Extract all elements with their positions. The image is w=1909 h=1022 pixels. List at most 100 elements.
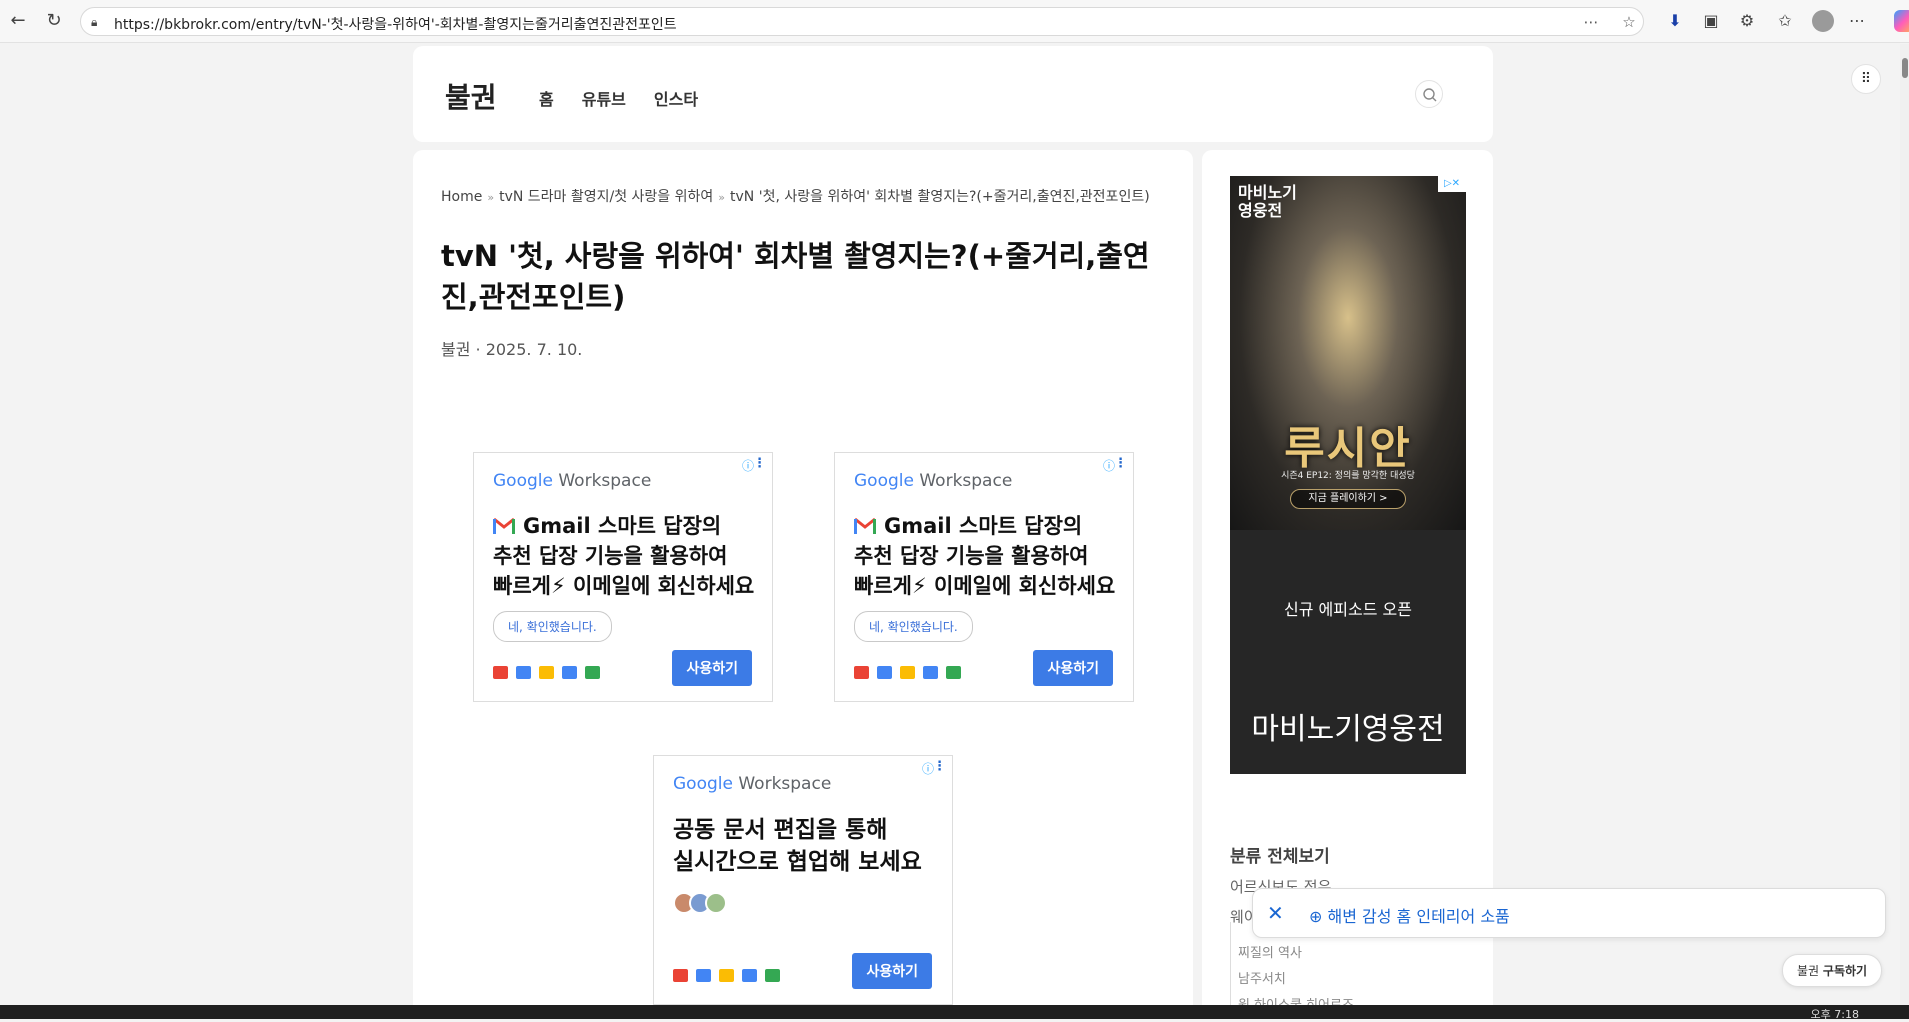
ad-headline: 루시안 xyxy=(1284,423,1412,474)
subscribe-label: 구독하기 xyxy=(1822,964,1868,978)
subscribe-button[interactable]: 불권 구독하기 xyxy=(1782,954,1883,987)
scrollbar-thumb[interactable] xyxy=(1902,58,1908,78)
menu-item-youtube[interactable]: 유튜브 xyxy=(582,86,626,110)
ad-headline: 공동 문서 편집을 통해 실시간으로 협업해 보세요 xyxy=(673,814,943,878)
ad-brand: Google Workspace xyxy=(673,774,831,794)
mabinogi-heroes-ad[interactable]: 마비노기 영웅전 ▷✕ 루시안 시즌4 EP12: 정의를 망각한 대성당 지금… xyxy=(1230,176,1466,774)
collaborator-avatars xyxy=(673,892,727,914)
article-meta: 불권 · 2025. 7. 10. xyxy=(441,340,583,359)
meet-icon xyxy=(765,969,780,982)
more-menu-icon[interactable]: ⋯ xyxy=(1846,10,1868,32)
favorites-icon[interactable]: ✩ xyxy=(1774,10,1796,32)
menu-item-instagram[interactable]: 인스타 xyxy=(654,86,698,110)
profile-avatar[interactable] xyxy=(1812,10,1834,32)
ad-headline: Gmail 스마트 답장의 추천 답장 기능을 활용하여 빠르게⚡ 이메일에 회… xyxy=(854,511,1124,601)
ad-menu-icon[interactable]: ⋮ xyxy=(753,456,766,471)
workspace-label: Workspace xyxy=(919,471,1013,491)
calendar-icon xyxy=(877,666,892,679)
drive-icon xyxy=(900,666,915,679)
search-button[interactable] xyxy=(1415,80,1443,108)
subcategory-item[interactable]: 찌질의 역사 xyxy=(1238,942,1302,961)
refresh-icon[interactable]: ↻ xyxy=(42,9,66,33)
drive-icon xyxy=(719,969,734,982)
ad-headline-line: Gmail 스마트 답장의 xyxy=(523,514,722,538)
smart-reply-chip[interactable]: 네, 확인했습니다. xyxy=(493,611,612,642)
breadcrumb-separator: » xyxy=(718,191,726,204)
ad-headline-line: 실시간으로 협업해 보세요 xyxy=(673,849,922,875)
close-icon[interactable]: ✕ xyxy=(1267,901,1284,925)
copilot-icon[interactable] xyxy=(1894,10,1909,32)
ad-headline-line: 빠르게⚡ 이메일에 회신하세요 xyxy=(854,574,1116,598)
extensions-icon[interactable]: ⚙ xyxy=(1736,10,1758,32)
gmail-icon xyxy=(493,512,519,534)
article-card: Home » tvN 드라마 촬영지/첫 사랑을 위하여 » tvN '첫, 사랑을 위… xyxy=(413,150,1193,1005)
ad-play-button[interactable]: 지금 플레이하기 > xyxy=(1290,489,1406,509)
google-logo: Google xyxy=(673,774,733,794)
ad-cta-button[interactable]: 사용하기 xyxy=(1033,650,1113,686)
ad-subtitle: 시즌4 EP12: 정의를 망각한 대성당 xyxy=(1281,471,1415,481)
favorite-star-icon[interactable]: ☆ xyxy=(1619,12,1639,32)
blog-logo[interactable]: 불권 xyxy=(445,76,497,116)
category-divider xyxy=(1230,922,1231,1005)
categories-title[interactable]: 분류 전체보기 xyxy=(1230,842,1330,867)
smart-reply-chip[interactable]: 네, 확인했습니다. xyxy=(854,611,973,642)
breadcrumb-current[interactable]: tvN '첫, 사랑을 위하여' 회차별 촬영지는?(+줄거리,출연진,관전포인… xyxy=(730,189,1150,205)
page-viewport: 불권 홈 유튜브 인스타 Home » tvN 드라마 촬영지/첫 사랑을 위하여 »… xyxy=(0,44,1909,1005)
taskbar-clock: 오후 7:18 xyxy=(1810,1008,1859,1021)
ad-menu-icon[interactable]: ⋮ xyxy=(933,759,946,774)
workspace-label: Workspace xyxy=(558,471,652,491)
download-icon[interactable]: ⬇ xyxy=(1664,10,1686,32)
ad-headline-line: Gmail 스마트 답장의 xyxy=(884,514,1083,538)
calendar-icon xyxy=(696,969,711,982)
ad-menu-icon[interactable]: ⋮ xyxy=(1114,456,1127,471)
ad-episode-text: 신규 에피소드 오픈 xyxy=(1284,600,1412,619)
back-icon[interactable]: ← xyxy=(6,9,30,33)
gmail-icon xyxy=(854,666,869,679)
gmail-icon xyxy=(673,969,688,982)
toast-link[interactable]: ⊕ 해변 감성 홈 인테리어 소품 xyxy=(1309,903,1510,927)
gmail-icon xyxy=(854,512,880,534)
recommendation-toast: ✕ ⊕ 해변 감성 홈 인테리어 소품 xyxy=(1252,888,1886,938)
sidebar: 마비노기 영웅전 ▷✕ 루시안 시즌4 EP12: 정의를 망각한 대성당 지금… xyxy=(1202,150,1493,1005)
page-actions-icon[interactable]: ⋯ xyxy=(1581,12,1601,32)
blog-header: 불권 홈 유튜브 인스타 xyxy=(413,46,1493,142)
drive-icon xyxy=(539,666,554,679)
meet-icon xyxy=(585,666,600,679)
main-menu: 홈 유튜브 인스타 xyxy=(539,86,698,110)
adchoices-icon[interactable]: ▷✕ xyxy=(1438,176,1466,192)
docs-icon xyxy=(742,969,757,982)
workspace-product-icons xyxy=(673,969,780,982)
address-bar[interactable]: 🔒︎ https://bkbrokr.com/entry/tvN-'첫-사랑을-… xyxy=(80,7,1644,36)
breadcrumb-category[interactable]: tvN 드라마 촬영지/첫 사랑을 위하여 xyxy=(499,189,713,205)
subcategory-item[interactable]: 원 하이스쿨 히어로즈 xyxy=(1238,994,1354,1005)
search-icon xyxy=(1423,88,1437,102)
tab-capture-icon[interactable]: ▣ xyxy=(1700,10,1722,32)
ad-headline-line: 빠르게⚡ 이메일에 회신하세요 xyxy=(493,574,755,598)
breadcrumb: Home » tvN 드라마 촬영지/첫 사랑을 위하여 » tvN '첫, 사랑을 위… xyxy=(441,186,1150,206)
ad-cta-button[interactable]: 사용하기 xyxy=(852,953,932,989)
docs-icon xyxy=(923,666,938,679)
breadcrumb-separator: » xyxy=(487,191,495,204)
ad-cta-button[interactable]: 사용하기 xyxy=(672,650,752,686)
arrow-up-circle-icon: ⊕ xyxy=(1309,907,1323,926)
browser-toolbar: ← ↻ 🔒︎ https://bkbrokr.com/entry/tvN-'첫-… xyxy=(0,0,1909,43)
docs-icon xyxy=(562,666,577,679)
breadcrumb-home[interactable]: Home xyxy=(441,189,482,205)
ad-headline-line: 공동 문서 편집을 통해 xyxy=(673,817,888,843)
subcategory-item[interactable]: 남주서치 xyxy=(1238,968,1286,987)
url-text[interactable]: https://bkbrokr.com/entry/tvN-'첫-사랑을-위하여… xyxy=(114,14,677,34)
scrollbar[interactable] xyxy=(1900,44,1909,1005)
calendar-icon xyxy=(516,666,531,679)
workspace-label: Workspace xyxy=(738,774,832,794)
os-taskbar: 오후 7:18 xyxy=(0,1005,1909,1021)
google-workspace-ad-1[interactable]: Google Workspace ⓘ ⋮ Gmail 스마트 답장의 추천 답장… xyxy=(473,452,773,702)
article-title: tvN '첫, 사랑을 위하여' 회차별 촬영지는?(+줄거리,출연진,관전포인… xyxy=(441,239,1150,314)
ad-brand-large: 마비노기영웅전 xyxy=(1251,712,1445,747)
menu-item-home[interactable]: 홈 xyxy=(539,86,554,110)
page-tools-icon[interactable]: ⠿ xyxy=(1851,64,1881,94)
meet-icon xyxy=(946,666,961,679)
lock-icon: 🔒︎ xyxy=(91,15,98,29)
ad-headline-line: 추천 답장 기능을 활용하여 xyxy=(854,544,1089,568)
google-workspace-ad-3[interactable]: Google Workspace ⓘ ⋮ 공동 문서 편집을 통해 실시간으로 … xyxy=(653,755,953,1005)
google-workspace-ad-2[interactable]: Google Workspace ⓘ ⋮ Gmail 스마트 답장의 추천 답장… xyxy=(834,452,1134,702)
